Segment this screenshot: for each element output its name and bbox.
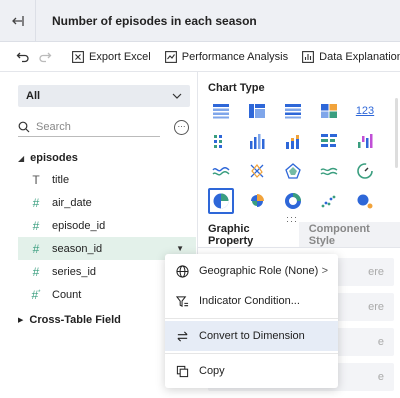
swap-icon	[175, 329, 189, 343]
field-air-date[interactable]: # air_date	[18, 191, 196, 214]
table-group-episodes[interactable]: ◢ episodes	[18, 148, 196, 168]
menu-indicator-condition-label: Indicator Condition...	[199, 295, 300, 307]
filter-icon	[175, 294, 189, 308]
explanation-icon	[302, 50, 315, 63]
cross-table-label: Cross-Table Field	[29, 314, 121, 326]
title-bar: Number of episodes in each season	[0, 0, 400, 42]
pie-icon[interactable]	[208, 188, 234, 214]
rose-pie-icon[interactable]	[244, 188, 270, 214]
toolbar: Export Excel Performance Analysis Data E…	[0, 42, 400, 72]
crosstab-icon[interactable]	[244, 98, 270, 124]
field-label: season_id	[52, 242, 103, 255]
number-field-icon: #	[32, 241, 40, 256]
detail-table-icon[interactable]	[280, 98, 306, 124]
dataset-select-value: All	[26, 90, 41, 102]
menu-copy[interactable]: Copy	[165, 356, 338, 386]
waterfall-icon[interactable]	[352, 128, 378, 154]
chevron-right-icon: >	[321, 265, 328, 277]
export-excel-button[interactable]: Export Excel	[72, 51, 151, 63]
dataset-select[interactable]: All	[18, 85, 190, 107]
number-glyph: 123	[355, 105, 375, 117]
search-input[interactable]	[36, 120, 146, 133]
calculated-number-icon: #*	[31, 287, 41, 302]
number-field-icon: #	[32, 195, 40, 210]
number-icon[interactable]: 123	[352, 98, 378, 124]
search-box	[18, 117, 160, 137]
more-options-icon[interactable]: ···	[174, 119, 189, 135]
caret-right-icon: ▶	[18, 317, 24, 324]
field-context-menu: Geographic Role (None) > Indicator Condi…	[165, 254, 338, 388]
globe-icon	[175, 264, 189, 278]
chart-type-grid: 123	[208, 98, 388, 218]
excel-icon	[72, 50, 84, 63]
menu-geographic-role-label: Geographic Role (None)	[199, 265, 319, 277]
data-explanation-label: Data Explanation	[319, 50, 400, 63]
menu-indicator-condition[interactable]: Indicator Condition...	[165, 286, 338, 316]
bar-icon[interactable]	[244, 128, 270, 154]
field-label: Count	[52, 288, 82, 301]
performance-analysis-button[interactable]: Performance Analysis	[164, 50, 289, 63]
number-field-icon: #	[32, 264, 40, 279]
scatter-icon[interactable]	[316, 188, 342, 214]
caret-down-icon: ◢	[18, 153, 25, 163]
text-field-icon: T	[32, 172, 40, 187]
performance-icon	[164, 50, 177, 63]
gauge-icon[interactable]	[352, 158, 378, 184]
table-icon[interactable]	[208, 98, 234, 124]
tab-component-style[interactable]: Component Style	[298, 222, 400, 247]
field-label: title	[52, 173, 70, 186]
tree-bar-icon[interactable]	[316, 128, 342, 154]
stacked-bar-icon[interactable]	[280, 128, 306, 154]
field-label: episode_id	[52, 219, 106, 232]
menu-copy-label: Copy	[199, 365, 225, 377]
undo-icon[interactable]	[16, 48, 30, 66]
data-explanation-button[interactable]: Data Explanation	[302, 51, 400, 63]
field-label: air_date	[52, 196, 92, 209]
number-field-icon: #	[32, 218, 40, 233]
performance-analysis-label: Performance Analysis	[181, 50, 289, 63]
grouped-scatter-icon[interactable]	[208, 128, 234, 154]
polygon-icon[interactable]	[280, 158, 306, 184]
table-name: episodes	[30, 152, 78, 164]
redo-icon[interactable]	[38, 48, 52, 66]
field-label: series_id	[52, 265, 97, 278]
area-icon[interactable]	[316, 158, 342, 184]
search-icon	[18, 121, 30, 132]
tab-graphic-property[interactable]: Graphic Property	[198, 222, 299, 247]
menu-geographic-role[interactable]: Geographic Role (None) >	[165, 256, 338, 286]
bubble-icon[interactable]	[352, 188, 378, 214]
export-excel-label: Export Excel	[89, 50, 151, 63]
field-title[interactable]: T title	[18, 168, 196, 191]
menu-divider	[165, 318, 338, 319]
line-icon[interactable]	[208, 158, 234, 184]
page-title: Number of episodes in each season	[52, 13, 257, 28]
chart-type-heading: Chart Type	[208, 82, 265, 94]
menu-divider	[165, 353, 338, 354]
combo-table-icon[interactable]	[316, 98, 342, 124]
field-dropdown-icon[interactable]: ▼	[176, 244, 184, 253]
chart-type-scrollbar[interactable]	[395, 98, 398, 168]
radar-icon[interactable]	[244, 158, 270, 184]
menu-convert-to-dimension[interactable]: Convert to Dimension	[165, 321, 338, 351]
copy-icon	[175, 364, 189, 378]
field-episode-id[interactable]: # episode_id	[18, 214, 196, 237]
property-tabs: Graphic Property Component Style	[198, 222, 400, 248]
menu-convert-label: Convert to Dimension	[199, 330, 305, 342]
chevron-down-icon	[172, 93, 182, 99]
donut-icon[interactable]	[280, 188, 306, 214]
search-row: ···	[18, 116, 190, 138]
back-icon[interactable]	[0, 0, 36, 41]
